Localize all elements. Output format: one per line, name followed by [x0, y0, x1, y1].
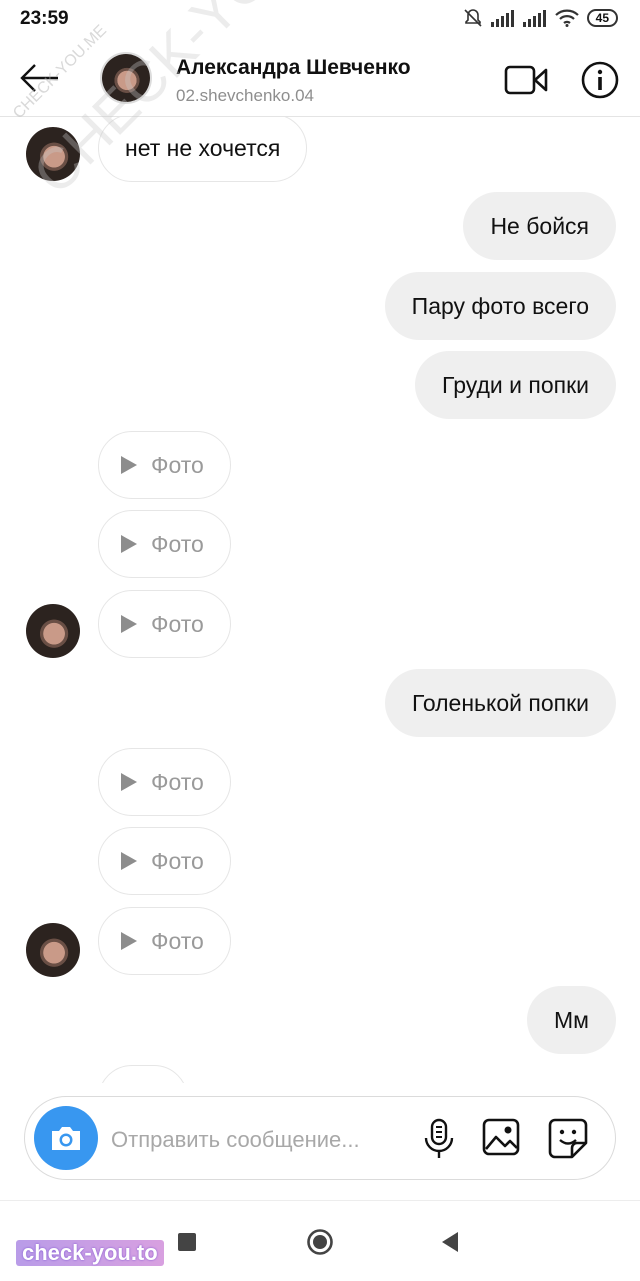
status-time: 23:59 [20, 8, 69, 29]
triangle-back-icon [442, 1232, 458, 1252]
photo-message[interactable]: Фото [98, 510, 231, 578]
message-list[interactable]: нет не хочется Не бойся Пару фото всего … [0, 117, 640, 1083]
message-incoming[interactable]: нет не хочется [98, 117, 308, 182]
contact-name[interactable]: Александра Шевченко [176, 56, 411, 80]
home-button[interactable] [306, 1228, 334, 1256]
message-incoming-partial[interactable] [98, 1065, 188, 1083]
photo-label: Фото [151, 451, 204, 478]
message-text: Не бойся [490, 212, 589, 239]
sender-avatar[interactable] [26, 604, 80, 658]
video-call-button[interactable] [504, 60, 548, 100]
avatar-photo [102, 54, 150, 102]
video-camera-icon [504, 65, 548, 95]
play-icon [121, 535, 137, 553]
info-icon [581, 61, 619, 99]
image-icon [482, 1118, 520, 1156]
contact-avatar[interactable] [100, 52, 152, 104]
microphone-icon [424, 1118, 454, 1158]
photo-label: Фото [151, 847, 204, 874]
message-text: Груди и попки [442, 371, 589, 398]
play-icon [121, 852, 137, 870]
photo-label: Фото [151, 530, 204, 557]
back-button[interactable] [18, 60, 62, 96]
message-text: Мм [554, 1006, 589, 1033]
message-outgoing[interactable]: Груди и попки [415, 351, 616, 419]
info-button[interactable] [580, 60, 622, 102]
photo-message[interactable]: Фото [98, 431, 231, 499]
play-icon [121, 932, 137, 950]
system-back-button[interactable] [440, 1231, 460, 1253]
voice-message-button[interactable] [419, 1117, 459, 1161]
sender-avatar[interactable] [26, 127, 80, 181]
signal-icon-2 [522, 10, 546, 27]
sticker-icon [548, 1118, 588, 1159]
photo-message[interactable]: Фото [98, 748, 231, 816]
photo-message[interactable]: Фото [98, 827, 231, 895]
message-input[interactable] [109, 1119, 413, 1161]
message-outgoing[interactable]: Мм [527, 986, 616, 1054]
contact-username: 02.shevchenko.04 [176, 86, 314, 105]
photo-message[interactable]: Фото [98, 590, 231, 658]
mute-bell-icon [464, 9, 482, 27]
camera-button[interactable] [34, 1106, 98, 1170]
photo-label: Фото [151, 610, 204, 637]
arrow-left-icon [20, 64, 58, 92]
message-text: Пару фото всего [411, 292, 589, 319]
sticker-button[interactable] [547, 1117, 591, 1161]
home-circle-icon [307, 1229, 333, 1255]
avatar-photo [26, 923, 80, 977]
message-outgoing[interactable]: Голенькой попки [384, 669, 616, 737]
play-icon [121, 615, 137, 633]
battery-indicator: 45 [586, 9, 618, 27]
message-text: Голенькой попки [411, 689, 589, 716]
photo-label: Фото [151, 927, 204, 954]
wifi-icon [554, 9, 579, 27]
status-bar: 23:59 45 [0, 0, 640, 40]
message-text: нет не хочется [125, 134, 281, 161]
watermark-bottom: check-you.to [16, 1240, 164, 1266]
recent-apps-button[interactable] [178, 1233, 196, 1251]
signal-icon [490, 10, 514, 27]
play-icon [121, 456, 137, 474]
message-outgoing[interactable]: Пару фото всего [384, 272, 616, 340]
camera-icon [52, 1127, 80, 1150]
gallery-button[interactable] [481, 1117, 523, 1159]
sender-avatar[interactable] [26, 923, 80, 977]
play-icon [121, 773, 137, 791]
photo-label: Фото [151, 768, 204, 795]
status-icons: 45 [463, 8, 618, 28]
avatar-photo [26, 127, 80, 181]
message-outgoing[interactable]: Не бойся [463, 192, 616, 260]
chat-header: Александра Шевченко 02.shevchenko.04 [0, 40, 640, 117]
message-composer [24, 1096, 616, 1180]
avatar-photo [26, 604, 80, 658]
photo-message[interactable]: Фото [98, 907, 231, 975]
